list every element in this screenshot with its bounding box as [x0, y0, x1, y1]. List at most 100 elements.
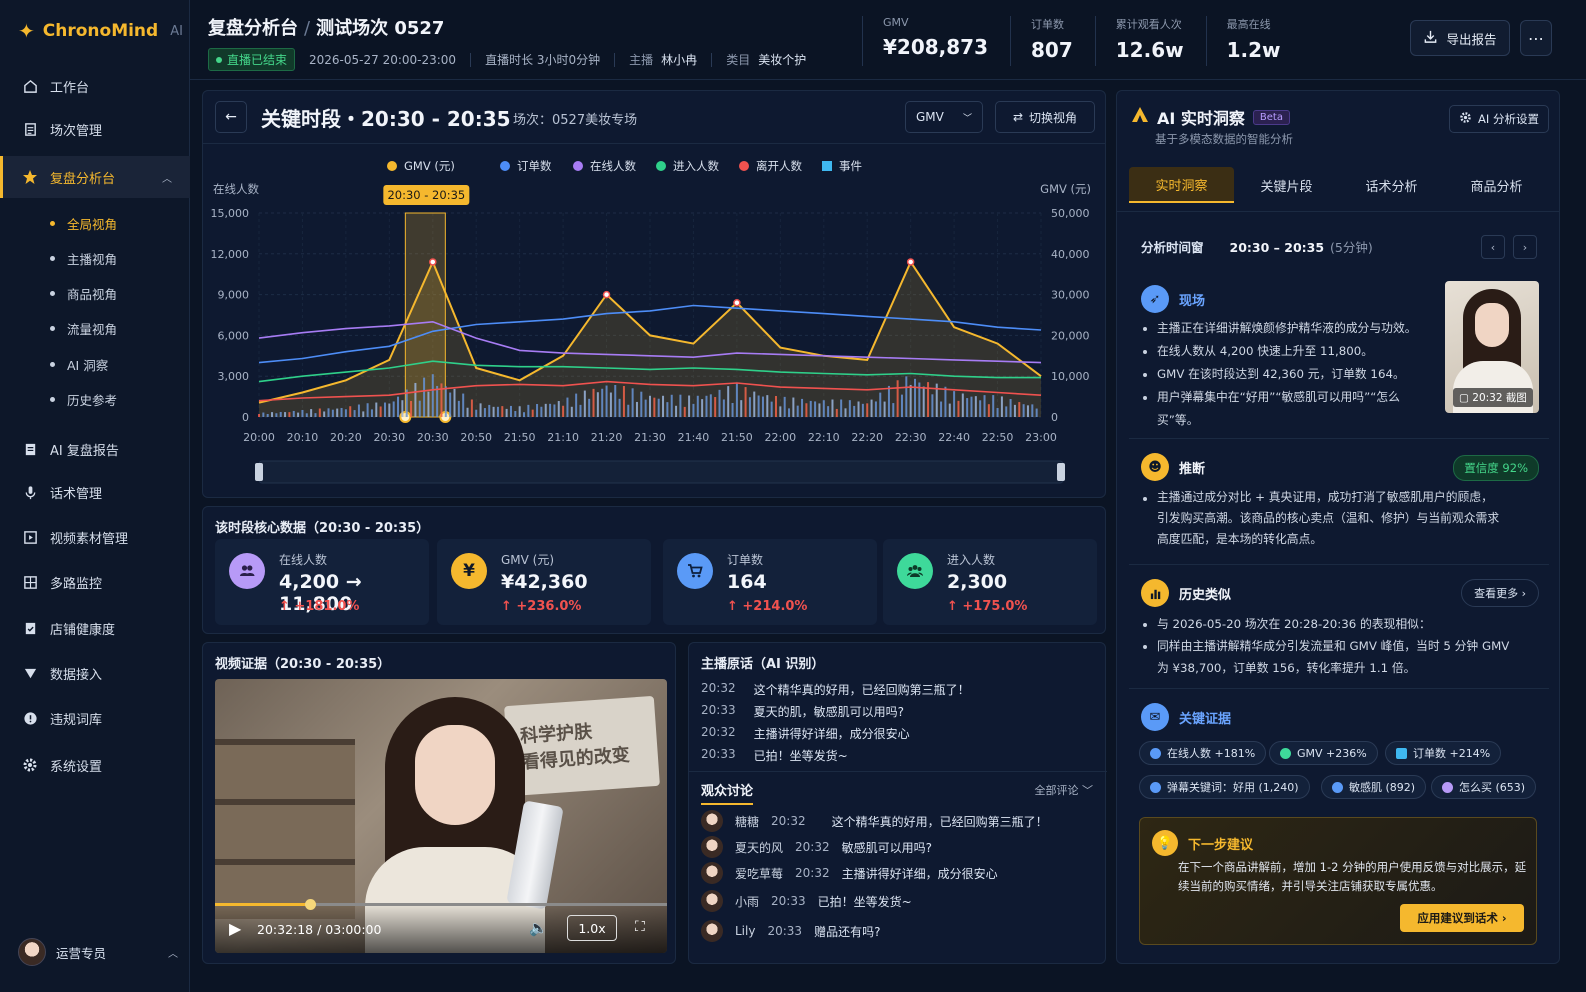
evidence-title: 关键证据	[1179, 711, 1232, 727]
user-menu[interactable]: 运营专员 ︿	[18, 938, 178, 966]
tab-product-analysis[interactable]: 商品分析	[1444, 167, 1549, 203]
analysis-window: 分析时间窗 20:30 – 20:35 (5分钟)	[1141, 237, 1373, 256]
metric-card-value: 2,300	[947, 571, 1008, 593]
prev-window-button[interactable]: ‹	[1481, 235, 1505, 259]
page-header: 复盘分析台 / 测试场次 0527 直播已结束 2026-05-27 20:00-2…	[190, 0, 1586, 80]
trend-chart-panel: ← 关键时段・20:30 - 20:35 场次：0527美妆专场 GMV ﹀ ⇄ 切…	[202, 90, 1106, 498]
sidebar-subitem-host[interactable]: 主播视角	[50, 247, 117, 269]
apply-suggestion-button[interactable]: 应用建议到话术 ›	[1400, 904, 1524, 932]
breadcrumb-root[interactable]: 复盘分析台	[208, 18, 298, 39]
x-tick: 20:50	[460, 431, 492, 444]
sidebar-item-label: 数据接入	[50, 667, 103, 683]
y-tick-left: 6,000	[218, 329, 250, 342]
sidebar-item-ai-report[interactable]: AI 复盘报告	[0, 431, 190, 467]
tab-key-clips[interactable]: 关键片段	[1234, 167, 1339, 203]
inference-header: ☻ 推断	[1141, 453, 1205, 481]
legend-label: 进入人数	[673, 159, 719, 173]
transcript-time: 20:32	[701, 681, 736, 695]
video-file-icon	[22, 529, 38, 545]
tab-audience-discussion[interactable]: 观众讨论	[701, 780, 754, 805]
transcript-line[interactable]: 20:32 主播讲得好详细，成分很安心	[701, 725, 910, 742]
tab-realtime-insight[interactable]: 实时洞察	[1129, 167, 1234, 203]
evidence-chip[interactable]: 敏感肌 (892)	[1321, 775, 1427, 799]
evidence-chip[interactable]: 订单数 +214%	[1385, 741, 1502, 765]
comment-row[interactable]: 糖糖 20:32 这个精华真的好用，已经回购第三瓶了！	[701, 810, 1048, 832]
gmv-peak-marker	[602, 290, 611, 299]
insight-evidence: ✉ 关键证据 在线人数 +181% GMV +236% 订单数 +214% 弹幕关…	[1129, 689, 1549, 807]
sidebar-item-review[interactable]: 复盘分析台 ︿	[0, 156, 190, 198]
sidebar-item-banned-words[interactable]: 违规词库	[0, 700, 190, 736]
sidebar-item-sessions[interactable]: 场次管理	[0, 111, 190, 147]
sidebar-subitem-global[interactable]: 全局视角	[50, 212, 117, 234]
legend-swatch-0	[387, 161, 397, 171]
evidence-chip[interactable]: GMV +236%	[1269, 741, 1378, 765]
ai-subtitle: 基于多模态数据的智能分析	[1155, 132, 1293, 146]
transcript-line[interactable]: 20:32 这个精华真的好用，已经回购第三瓶了！	[701, 681, 970, 698]
transcript-text: 已拍！坐等发货~	[753, 749, 848, 763]
trend-chart[interactable]: GMV (元) 订单数 在线人数 进入人数 离开人数 事件在线人数 GMV (元)03,00…	[203, 143, 1105, 497]
bullet-dot	[50, 325, 55, 331]
sidebar-item-scripts[interactable]: 话术管理	[0, 474, 190, 510]
export-report-button[interactable]: 导出报告	[1410, 20, 1510, 56]
next-window-button[interactable]: ›	[1513, 235, 1537, 259]
sidebar-subitem-ai-insight[interactable]: AI 洞察	[50, 353, 108, 375]
comment-row[interactable]: Lily 20:33 赠品还有吗?	[701, 920, 880, 942]
ai-logo-icon	[1131, 106, 1149, 128]
video-progress-handle[interactable]	[304, 899, 316, 910]
sidebar-item-monitor[interactable]: 多路监控	[0, 564, 190, 600]
video-progress-bar[interactable]	[215, 899, 667, 910]
evidence-chip[interactable]: 在线人数 +181%	[1139, 741, 1267, 765]
sidebar-subitem-product[interactable]: 商品视角	[50, 282, 117, 304]
ai-insight-title: AI 实时洞察 Beta	[1131, 105, 1290, 129]
chevron-up-icon[interactable]: ︿	[168, 945, 178, 960]
bullet-dot	[50, 361, 55, 367]
comment-row[interactable]: 爱吃草莓 20:32 主播讲得好详细，成分很安心	[701, 862, 998, 884]
y-tick-left: 12,000	[211, 248, 250, 261]
play-icon[interactable]: ▶	[229, 919, 241, 938]
y-axis-right-label: GMV (元)	[1040, 182, 1091, 196]
ai-settings-button[interactable]: AI 分析设置	[1449, 105, 1549, 133]
transcript-line[interactable]: 20:33 已拍！坐等发货~	[701, 747, 848, 764]
sidebar-item-settings[interactable]: 系统设置	[0, 747, 190, 783]
chevron-up-icon[interactable]: ︿	[162, 170, 172, 185]
metric-card-entries[interactable]: 进入人数 2,300 ↑ +175.0%	[883, 539, 1097, 625]
comment-filter-select[interactable]: 全部评论 ﹀	[1035, 782, 1094, 798]
sidebar-item-store-health[interactable]: 店铺健康度	[0, 610, 190, 646]
video-player[interactable]: 科学护肤 看得见的改变 ▶ 20:32:18 / 03:00:00 🔈 1.0x …	[215, 679, 667, 953]
metric-card-orders[interactable]: 订单数 164 ↑ +214.0%	[663, 539, 877, 625]
more-options-button[interactable]: ⋯	[1520, 20, 1552, 56]
app-name: ChronoMind	[42, 21, 159, 41]
sidebar-item-data-access[interactable]: 数据接入	[0, 655, 190, 691]
comment-user: 爱吃草莓	[735, 866, 784, 881]
volume-icon[interactable]: 🔈	[529, 919, 548, 937]
scene-screenshot-thumbnail[interactable]: ▢ 20:32 截图	[1445, 281, 1539, 413]
sidebar-subitem-history[interactable]: 历史参考	[50, 388, 117, 410]
switch-view-button[interactable]: ⇄ 切换视角	[995, 101, 1095, 133]
transcript-text: 主播讲得好详细，成分很安心	[753, 727, 910, 741]
sidebar-item-workbench[interactable]: 工作台	[0, 68, 190, 104]
evidence-chip[interactable]: 怎么买 (653)	[1431, 775, 1537, 799]
x-tick: 20:30	[417, 431, 449, 444]
view-more-button[interactable]: 查看更多 ›	[1461, 579, 1539, 607]
metric-card-online[interactable]: 在线人数 4,200 → 11,800 ↑ +181.0%	[215, 539, 429, 625]
evidence-header: ✉ 关键证据	[1141, 703, 1231, 731]
fullscreen-icon[interactable]: ⛶	[635, 919, 645, 935]
comment-row[interactable]: 夏天的风 20:32 敏感肌可以用吗?	[701, 836, 932, 858]
x-tick: 22:10	[808, 431, 840, 444]
evidence-chip[interactable]: 弹幕关键词：好用 (1,240)	[1139, 775, 1310, 799]
app-logo[interactable]: ✦ ChronoMind AI	[18, 18, 183, 44]
audience-discussion: 观众讨论 全部评论 ﹀ 糖糖 20:32 这个精华真的好用，已经回购第三瓶了！ 夏天…	[689, 771, 1107, 965]
transcript-line[interactable]: 20:33 夏天的肌，敏感肌可以用吗?	[701, 703, 904, 720]
y-tick-right: 0	[1051, 411, 1058, 424]
sidebar-item-video-assets[interactable]: 视频素材管理	[0, 519, 190, 555]
metric-card-gmv[interactable]: ¥ GMV (元) ¥42,360 ↑ +236.0%	[437, 539, 651, 625]
metric-select[interactable]: GMV ﹀	[905, 101, 983, 133]
sidebar-subitem-traffic[interactable]: 流量视角	[50, 317, 117, 339]
back-button[interactable]: ←	[215, 101, 247, 133]
playback-speed-button[interactable]: 1.0x	[567, 915, 617, 941]
comment-row[interactable]: 小雨 20:33 已拍！坐等发货~	[701, 890, 912, 912]
tab-script-analysis[interactable]: 话术分析	[1339, 167, 1444, 203]
download-icon	[1423, 29, 1438, 47]
kpi-views: 累计观看人次 12.6w	[1094, 16, 1206, 66]
kpi-orders: 订单数 807	[1010, 16, 1095, 66]
